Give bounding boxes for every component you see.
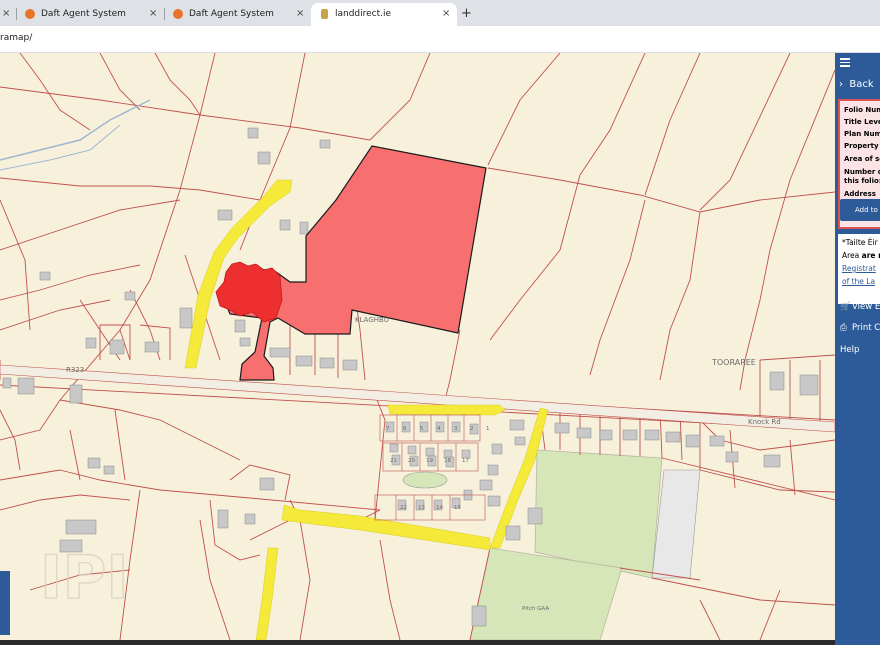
tailte-text: *Tailte Éir <box>842 238 878 247</box>
road-label: R323 <box>66 366 84 374</box>
pitch-label: Pitch GAA <box>522 606 549 612</box>
tab-partial[interactable]: × <box>0 3 12 26</box>
townland-label: KLAGHBU <box>355 316 389 324</box>
info-number-of: Number of <box>844 168 880 176</box>
info-area: Area of se <box>844 155 880 163</box>
house-number: 4 <box>437 426 441 432</box>
hamburger-menu-icon[interactable] <box>840 58 850 67</box>
daft-favicon-icon <box>25 9 35 19</box>
house-number: 18 <box>444 458 451 464</box>
house-number: 14 <box>436 505 443 511</box>
tailte-notice: *Tailte Éir Area are n Registrat of the … <box>838 234 880 304</box>
house-number: 17 <box>462 458 469 464</box>
info-this-folio: this folio: <box>844 177 880 185</box>
cart-icon: 🛒 <box>840 302 851 312</box>
address-text: ramap/ <box>0 33 33 43</box>
map-canvas[interactable]: 7 6 5 4 3 2 1 21 20 19 18 17 22 13 14 15… <box>0 53 835 640</box>
back-button[interactable]: › Back <box>839 79 874 90</box>
house-number: 13 <box>418 505 425 511</box>
tab-title: Daft Agent System <box>189 9 274 19</box>
close-tab-icon[interactable]: × <box>442 8 450 19</box>
info-address: Address <box>844 190 876 198</box>
green-island <box>402 471 448 489</box>
townland-label: TOORAREE <box>711 358 756 367</box>
add-to-button[interactable]: Add to <box>840 199 880 221</box>
tailte-area-text: Area are n <box>842 251 880 260</box>
close-tab-icon[interactable]: × <box>2 8 10 19</box>
view-button[interactable]: 🛒View E <box>840 302 880 312</box>
tab-title: Daft Agent System <box>41 9 126 19</box>
bottom-bar <box>0 640 835 645</box>
browser-tab-strip: × Daft Agent System × Daft Agent System … <box>0 0 880 26</box>
map-view[interactable]: 7 6 5 4 3 2 1 21 20 19 18 17 22 13 14 15… <box>0 53 835 640</box>
house-number: 21 <box>390 458 397 464</box>
view-label: View E <box>852 302 880 312</box>
info-folio: Folio Num <box>844 106 880 114</box>
house-number: 19 <box>426 458 433 464</box>
tab-title: landdirect.ie <box>335 9 392 19</box>
house-number: 6 <box>403 426 407 432</box>
help-label: Help <box>840 345 860 355</box>
watermark-logo: IPI <box>40 543 129 613</box>
tailte-area-bold: are n <box>861 251 880 260</box>
print-label: Print C <box>852 323 880 333</box>
back-label: Back <box>849 79 874 90</box>
house-number: 22 <box>400 505 407 511</box>
house-number: 3 <box>454 426 458 432</box>
info-property: Property N <box>844 142 880 150</box>
registration-link[interactable]: Registrat <box>842 264 876 273</box>
new-tab-button[interactable]: + <box>461 6 472 21</box>
tab-daft-agent-1[interactable]: Daft Agent System × <box>17 3 165 26</box>
daft-favicon-icon <box>173 9 183 19</box>
close-tab-icon[interactable]: × <box>296 8 304 19</box>
street-label: Knock Rd <box>748 418 781 426</box>
printer-icon: ⎙ <box>840 323 847 333</box>
house-number: 15 <box>454 505 461 511</box>
address-bar[interactable]: ramap/ <box>0 26 880 53</box>
house-number: 5 <box>420 426 424 432</box>
house-number: 2 <box>470 426 474 432</box>
info-plan-number: Plan Num <box>844 130 880 138</box>
house-number: 7 <box>386 426 390 432</box>
landdirect-favicon-icon <box>321 9 328 19</box>
house-number: 20 <box>408 458 415 464</box>
sidebar-panel: › Back Folio Num Title Level Plan Num Pr… <box>835 53 880 645</box>
house-number: 1 <box>486 426 490 432</box>
left-panel-tab[interactable] <box>0 571 10 635</box>
land-registry-link[interactable]: of the La <box>842 277 875 286</box>
help-link[interactable]: Help <box>840 345 859 355</box>
info-title-level: Title Level <box>844 118 880 126</box>
tailte-area-prefix: Area <box>842 251 862 260</box>
tab-daft-agent-2[interactable]: Daft Agent System × <box>165 3 310 26</box>
chevron-right-icon: › <box>839 79 843 90</box>
print-button[interactable]: ⎙ Print C <box>840 323 880 333</box>
close-tab-icon[interactable]: × <box>149 8 157 19</box>
tab-landdirect[interactable]: landdirect.ie × <box>311 3 457 26</box>
